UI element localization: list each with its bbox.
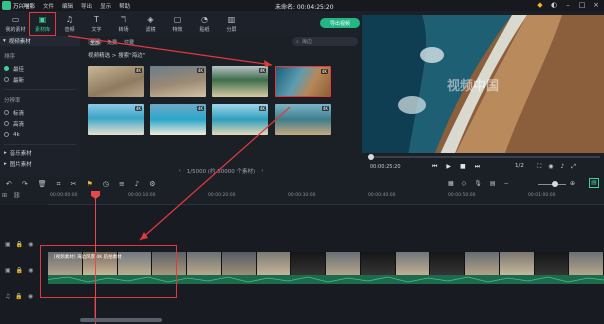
annotation-arrows [67,35,291,320]
playhead-line [95,191,96,324]
timeline-scrollbar[interactable] [80,318,162,322]
